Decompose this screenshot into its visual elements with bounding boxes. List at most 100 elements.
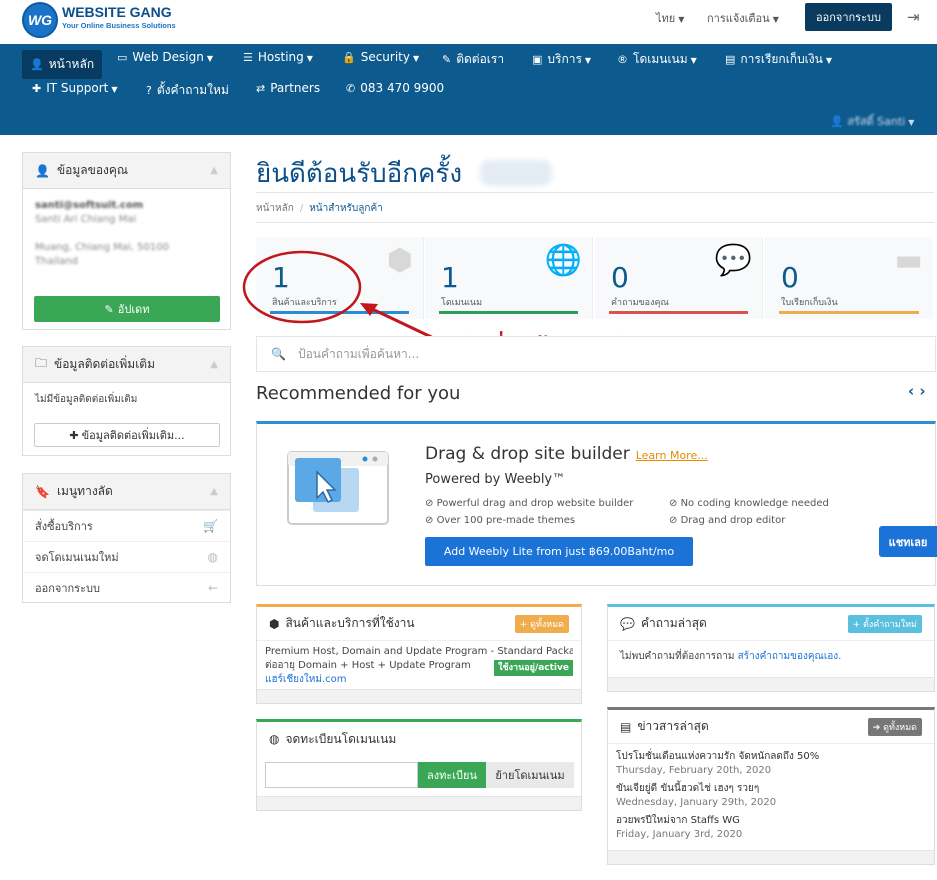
service-row[interactable]: Premium Host, Domain and Update Program … <box>257 641 581 691</box>
tickets-empty-text: ไม่พบคำถามที่ต้องการถาม <box>620 651 735 662</box>
nav-item-1[interactable]: 👤 หน้าหลัก <box>22 50 103 79</box>
recommendation-card: Drag & drop site builder Learn More... Po… <box>256 421 936 586</box>
feature-text: Over 100 pre-made themes <box>436 515 576 526</box>
card-footer <box>257 796 581 810</box>
nav-item-1[interactable]: ✚ IT Support ▼ <box>32 81 118 95</box>
contacts-panel: 🗀 ข้อมูลติดต่อเพิ่มเติม ▲ ไม่มีข้อมูลติดต่… <box>22 346 231 456</box>
bookmark-icon: 🔖 <box>35 484 50 499</box>
search-input[interactable]: 🔍 ป้อนคำถามเพื่อค้นหา... <box>256 336 936 372</box>
stat-label: ใบเรียกเก็บเงิน <box>781 298 838 308</box>
stat-bar <box>779 311 919 314</box>
nav-item-4[interactable]: 🔒 Security ▼ <box>342 50 419 64</box>
your-info-panel: 👤 ข้อมูลของคุณ ▲ santi@softsuit.com Santi … <box>22 152 231 330</box>
chevron-down-icon: ▼ <box>825 56 833 65</box>
chevron-left-icon[interactable]: ‹ <box>908 382 914 400</box>
add-contact-button[interactable]: ✚ ข้อมูลติดต่อเพิ่มเติม... <box>34 423 220 447</box>
create-ticket-link[interactable]: สร้างคำถามของคุณเอง. <box>738 651 842 662</box>
nav-item-label: IT Support <box>46 81 109 95</box>
chevron-up-icon[interactable]: ▲ <box>210 165 218 176</box>
chevron-up-icon[interactable]: ▲ <box>210 359 218 370</box>
nav-item-6[interactable]: ▣ บริการ ▼ <box>532 50 591 69</box>
nav-item-3[interactable]: ☰ Hosting ▼ <box>243 50 313 64</box>
top-bar: WG WEBSITE GANG Your Online Business Sol… <box>0 0 937 44</box>
pencil-icon: ✎ <box>104 302 114 316</box>
nav-item-2[interactable]: ▭ Web Design ▼ <box>117 50 213 64</box>
nav-item-3[interactable]: ⇄ Partners <box>256 81 320 95</box>
news-item[interactable]: อวยพรปีใหม่จาก Staffs WG Friday, January … <box>616 814 926 842</box>
language-dropdown[interactable]: ไทย ▼ <box>656 9 684 27</box>
phone-icon: ✆ <box>346 82 356 95</box>
nav-item-label: บริการ <box>547 52 582 66</box>
domain-input[interactable] <box>265 762 418 788</box>
shortcut-item[interactable]: ออกจากระบบ ← <box>23 572 230 603</box>
transfer-button[interactable]: ย้ายโดเมนเนม <box>486 762 574 788</box>
user-icon: 👤 <box>35 163 50 178</box>
shortcut-item[interactable]: สั่งซื้อบริการ 🛒 <box>23 510 230 541</box>
feature-text: Drag and drop editor <box>680 515 786 526</box>
nav-item-7[interactable]: ® โดเมนเนม ▼ <box>617 50 697 69</box>
chevron-up-icon[interactable]: ▲ <box>210 486 218 497</box>
news-card: ▤ ข่าวสารล่าสุด ➔ ดูทั้งหมด โปรโมชั่นเดือน… <box>607 707 935 865</box>
sign-out-icon[interactable]: ⇥ <box>907 8 920 26</box>
logo-icon[interactable]: WG <box>22 2 58 38</box>
panel-title: เมนูทางลัด <box>56 484 113 498</box>
monitor-icon: ▭ <box>117 51 128 64</box>
view-all-button[interactable]: + ดูทั้งหมด <box>514 614 569 633</box>
register-button[interactable]: ลงทะเบียน <box>418 762 486 788</box>
nav-item-label: Hosting <box>257 50 304 64</box>
search-icon: 🔍 <box>271 347 286 361</box>
nav-item-label: Web Design <box>132 50 204 64</box>
recommended-title: Recommended for you <box>256 383 461 404</box>
contacts-empty-text: ไม่มีข้อมูลติดต่อเพิ่มเติม <box>35 394 138 405</box>
view-all-news-button[interactable]: ➔ ดูทั้งหมด <box>867 717 922 736</box>
nav-item-8[interactable]: ▤ การเรียกเก็บเงิน ▼ <box>725 50 832 69</box>
stat-tile[interactable]: ▬ 0 ใบเรียกเก็บเงิน <box>765 237 933 319</box>
chevron-down-icon: ▼ <box>206 54 213 63</box>
learn-more-link[interactable]: Learn More... <box>636 449 708 462</box>
nav-item-label: การเรียกเก็บเงิน <box>740 52 823 66</box>
chevron-down-icon: ▼ <box>690 56 697 65</box>
nav-item-label: Partners <box>270 81 321 95</box>
tickets-empty: ไม่พบคำถามที่ต้องการถาม สร้างคำถามของคุณ… <box>608 641 934 672</box>
user-dropdown[interactable]: 👤 สรัสดิ์ Santi ▼ <box>830 112 914 130</box>
card-header: ▤ ข่าวสารล่าสุด ➔ ดูทั้งหมด <box>608 710 934 744</box>
shortcut-item[interactable]: จดโดเมนเนมใหม่ ◍ <box>23 541 230 572</box>
globe-icon: ◍ <box>207 550 218 564</box>
nav-item-label: ตั้งคำถามใหม่ <box>156 83 229 97</box>
shortcut-label: สั่งซื้อบริการ <box>35 520 93 533</box>
card-header: ⬢ สินค้าและบริการที่ใช้งาน + ดูทั้งหมด <box>257 607 581 641</box>
new-ticket-button[interactable]: + ตั้งคำถามใหม่ <box>847 614 922 633</box>
nav-item-5[interactable]: ✎ ติดต่อเรา <box>442 50 504 69</box>
add-weebly-button[interactable]: Add Weebly Lite from just ฿69.00Baht/mo <box>425 537 693 566</box>
services-card: ⬢ สินค้าและบริการที่ใช้งาน + ดูทั้งหมด Pre… <box>256 604 582 704</box>
comments-icon: 💬 <box>714 243 752 278</box>
logo-name[interactable]: WEBSITE GANG <box>62 4 172 20</box>
breadcrumb-home[interactable]: หน้าหลัก <box>256 203 294 214</box>
product-title: Drag & drop site builder Learn More... <box>425 444 708 464</box>
chat-button[interactable]: แชทเลย <box>879 526 937 557</box>
user-icon: 👤 <box>830 115 848 128</box>
logout-button[interactable]: ออกจากระบบ <box>805 3 892 31</box>
news-item[interactable]: ขันเจียยู่ดี ขันนี้ฮวดไช่ เฮงๆ รวยๆ Wedne… <box>616 782 926 810</box>
panel-header: 🔖 เมนูทางลัด ▲ <box>23 474 230 510</box>
lock-icon: 🔒 <box>342 51 356 64</box>
tag-label: ดูทั้งหมด <box>530 619 564 630</box>
news-item[interactable]: โปรโมชั่นเดือนแห่งความรัก จัดหนักลดถึง 5… <box>616 750 926 778</box>
add-contact-label: ข้อมูลติดต่อเพิ่มเติม... <box>81 429 185 442</box>
nav-item-4[interactable]: ✆ 083 470 9900 <box>346 81 444 95</box>
breadcrumb-current: หน้าสำหรับลูกค้า <box>309 203 383 214</box>
divider <box>256 192 934 193</box>
breadcrumb: หน้าหลัก / หน้าสำหรับลูกค้า <box>256 203 383 214</box>
handshake-icon: ⇄ <box>256 82 266 95</box>
news-title: ขันเจียยู่ดี ขันนี้ฮวดไช่ เฮงๆ รวยๆ <box>616 783 760 794</box>
main-navbar: 👤 หน้าหลัก ▭ Web Design ▼ ☰ Hosting ▼ 🔒 Security ▼… <box>0 44 937 135</box>
card-footer <box>257 689 581 703</box>
notifications-dropdown[interactable]: การแจ้งเตือน ▼ <box>707 9 779 27</box>
user-name-blurred <box>480 160 552 186</box>
chevron-right-icon[interactable]: › <box>919 382 925 400</box>
update-button[interactable]: ✎ อัปเดท <box>34 296 220 322</box>
user-fullname: Santi Ari Chiang Mai <box>35 214 137 225</box>
nav-item-label: 083 470 9900 <box>360 81 445 95</box>
card-title: จดทะเบียนโดเมนเนม <box>285 731 397 746</box>
nav-item-2[interactable]: ? ตั้งคำถามใหม่ <box>146 81 229 100</box>
